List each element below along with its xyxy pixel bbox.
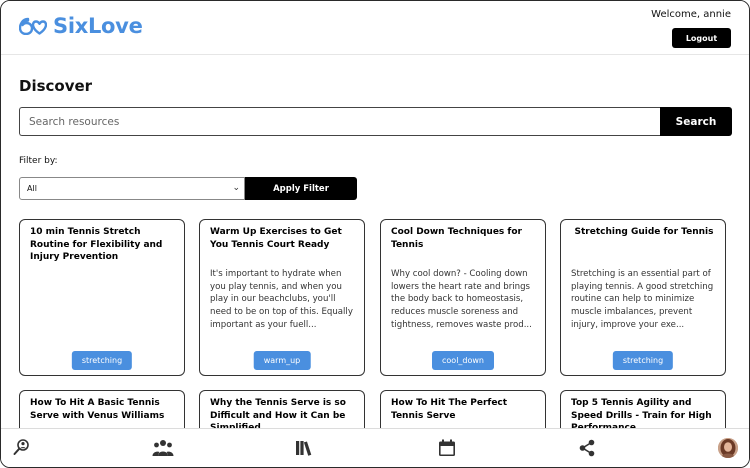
card-title: Why the Tennis Serve is so Difficult and… <box>210 398 346 428</box>
nav-library-icon[interactable] <box>294 437 316 459</box>
calendar-icon <box>439 439 455 456</box>
category-tag[interactable]: stretching <box>612 351 674 370</box>
card-excerpt: Why cool down? - Cooling down lowers the… <box>391 269 532 330</box>
card-title: Top 5 Tennis Agility and Speed Drills - … <box>571 398 712 428</box>
logout-button[interactable]: Logout <box>672 28 731 48</box>
main-content: Discover Search Filter by: All ⌄ Apply F… <box>1 56 749 428</box>
nav-search-person-icon[interactable] <box>11 437 33 459</box>
resource-card[interactable]: Stretching Guide for Tennis Stretching i… <box>560 219 726 376</box>
share-icon <box>579 439 595 457</box>
card-excerpt: Stretching is an essential part of playi… <box>571 269 714 330</box>
resource-card[interactable]: Warm Up Exercises to Get You Tennis Cour… <box>199 219 365 376</box>
logo[interactable]: SixLove <box>19 14 143 38</box>
search-input[interactable] <box>19 107 661 136</box>
nav-share-icon[interactable] <box>576 437 598 459</box>
card-title: Warm Up Exercises to Get You Tennis Cour… <box>210 227 342 250</box>
user-avatar[interactable] <box>718 438 738 458</box>
card-title: Stretching Guide for Tennis <box>574 227 714 237</box>
category-tag[interactable]: stretching <box>71 351 133 370</box>
category-tag[interactable]: warm_up <box>253 351 311 370</box>
group-icon <box>152 440 174 456</box>
card-excerpt: It's important to hydrate when you play … <box>210 269 353 330</box>
category-tag[interactable]: cool_down <box>432 351 494 370</box>
apply-filter-button[interactable]: Apply Filter <box>245 177 357 200</box>
resource-card[interactable]: How To Hit The Perfect Tennis Serve <box>380 390 546 428</box>
nav-calendar-icon[interactable] <box>436 437 458 459</box>
library-icon <box>296 441 312 456</box>
resource-card[interactable]: Top 5 Tennis Agility and Speed Drills - … <box>560 390 726 428</box>
nav-group-icon[interactable] <box>152 437 174 459</box>
search-person-icon <box>13 439 29 455</box>
filter-selected-value: All <box>27 184 37 193</box>
avatar-image <box>718 438 738 458</box>
search-button[interactable]: Search <box>660 107 732 136</box>
welcome-text: Welcome, annie <box>651 9 731 20</box>
sixlove-logo-icon <box>19 17 47 35</box>
filter-select[interactable]: All ⌄ <box>19 177 245 200</box>
top-bar: SixLove Welcome, annie Logout <box>1 1 749 55</box>
chevron-down-icon: ⌄ <box>232 183 240 193</box>
card-title: 10 min Tennis Stretch Routine for Flexib… <box>30 227 163 263</box>
app-window: SixLove Welcome, annie Logout Discover S… <box>0 0 750 468</box>
card-title: Cool Down Techniques for Tennis <box>391 227 522 250</box>
filter-label: Filter by: <box>19 156 58 166</box>
resource-card[interactable]: 10 min Tennis Stretch Routine for Flexib… <box>19 219 185 376</box>
card-title: How To Hit The Perfect Tennis Serve <box>391 398 508 421</box>
resource-card[interactable]: How To Hit A Basic Tennis Serve with Ven… <box>19 390 185 428</box>
resource-card[interactable]: Cool Down Techniques for Tennis Why cool… <box>380 219 546 376</box>
brand-name: SixLove <box>53 14 143 38</box>
resource-card[interactable]: Why the Tennis Serve is so Difficult and… <box>199 390 365 428</box>
bottom-nav <box>1 428 749 467</box>
page-title: Discover <box>19 77 93 95</box>
card-title: How To Hit A Basic Tennis Serve with Ven… <box>30 398 165 421</box>
